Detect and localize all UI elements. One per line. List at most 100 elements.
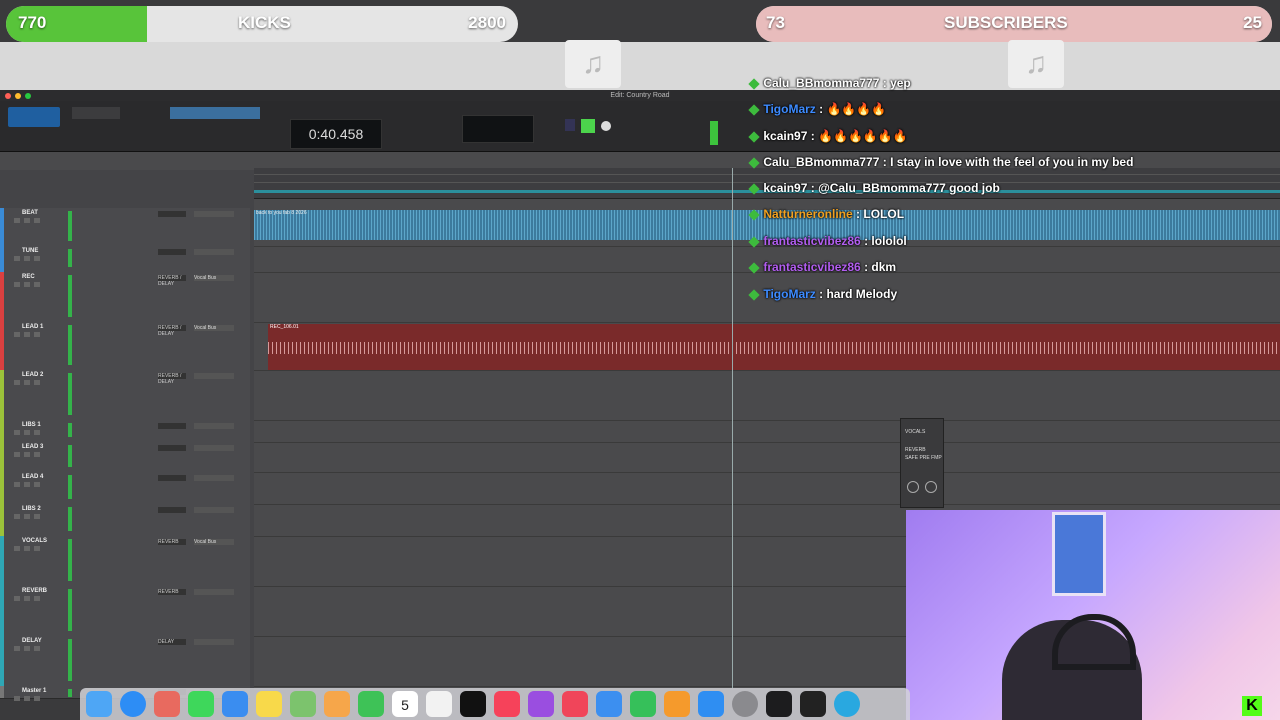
zoom-window-button[interactable] <box>25 93 31 99</box>
music-note-icon[interactable]: ♫ <box>565 40 621 88</box>
track-inserts[interactable]: REVERB / DELAY <box>158 325 186 337</box>
track-header[interactable]: VOCALS REVERB Vocal Bus <box>0 536 250 587</box>
transport-controls[interactable] <box>545 119 619 133</box>
track-io[interactable] <box>194 373 234 379</box>
track-volume-fader[interactable] <box>68 445 72 467</box>
mail-icon[interactable] <box>222 691 248 717</box>
record-enable-button[interactable] <box>14 546 20 551</box>
track-io[interactable] <box>194 475 234 481</box>
zoom-buttons[interactable] <box>72 107 120 119</box>
edit-tools[interactable] <box>170 107 260 119</box>
track-name[interactable]: REC <box>22 274 35 280</box>
track-header[interactable]: LEAD 2 REVERB / DELAY <box>0 370 250 421</box>
solo-button[interactable] <box>24 514 30 519</box>
solo-button[interactable] <box>24 646 30 651</box>
record-button[interactable] <box>601 121 611 131</box>
track-volume-fader[interactable] <box>68 689 72 697</box>
siri-icon[interactable] <box>834 691 860 717</box>
track-inserts[interactable] <box>158 507 186 513</box>
track-lane[interactable] <box>254 442 1280 473</box>
mute-button[interactable] <box>34 646 40 651</box>
track-volume-fader[interactable] <box>68 639 72 681</box>
track-volume-fader[interactable] <box>68 325 72 365</box>
track-lane[interactable] <box>254 370 1280 421</box>
pre-button[interactable]: PRE <box>919 455 929 461</box>
track-io[interactable] <box>194 423 234 429</box>
main-counter[interactable]: 0:40.458 <box>290 119 382 149</box>
mute-button[interactable] <box>34 430 40 435</box>
track-inserts[interactable] <box>158 249 186 255</box>
numbers-icon[interactable] <box>630 691 656 717</box>
record-enable-button[interactable] <box>14 452 20 457</box>
track-name[interactable]: LIBS 2 <box>22 506 41 512</box>
track-inserts[interactable]: REVERB / DELAY <box>158 275 186 287</box>
minimize-window-button[interactable] <box>15 93 21 99</box>
track-name[interactable]: TUNE <box>22 248 38 254</box>
chat-username[interactable]: frantasticvibez86 <box>763 234 860 248</box>
record-enable-button[interactable] <box>14 218 20 223</box>
track-volume-fader[interactable] <box>68 211 72 241</box>
edit-mode-selector[interactable] <box>8 107 60 127</box>
app-store-icon[interactable] <box>698 691 724 717</box>
track-io[interactable]: Vocal Bus <box>194 325 234 331</box>
launchpad-icon[interactable] <box>154 691 180 717</box>
track-inserts[interactable] <box>158 445 186 451</box>
track-volume-fader[interactable] <box>68 475 72 499</box>
track-header[interactable]: BEAT <box>0 208 250 247</box>
playhead[interactable] <box>732 168 733 688</box>
chat-username[interactable]: frantasticvibez86 <box>763 260 860 274</box>
messages-icon[interactable] <box>188 691 214 717</box>
track-lane[interactable]: REC_106.01 <box>254 322 1280 371</box>
mute-button[interactable] <box>34 256 40 261</box>
solo-button[interactable] <box>24 696 30 701</box>
system-settings-icon[interactable] <box>732 691 758 717</box>
plugin-manager-icon[interactable] <box>800 691 826 717</box>
solo-button[interactable] <box>24 546 30 551</box>
chat-username[interactable]: TigoMarz <box>763 287 815 301</box>
record-enable-button[interactable] <box>14 646 20 651</box>
track-name[interactable]: LIBS 1 <box>22 422 41 428</box>
track-inserts[interactable]: REVERB <box>158 589 186 595</box>
track-volume-fader[interactable] <box>68 589 72 631</box>
solo-button[interactable] <box>24 482 30 487</box>
record-enable-button[interactable] <box>14 696 20 701</box>
track-name[interactable]: DELAY <box>22 638 42 644</box>
notes-icon[interactable] <box>256 691 282 717</box>
mute-button[interactable] <box>34 482 40 487</box>
record-enable-button[interactable] <box>14 380 20 385</box>
track-io[interactable] <box>194 639 234 645</box>
mute-button[interactable] <box>34 546 40 551</box>
track-volume-fader[interactable] <box>68 507 72 531</box>
news-icon[interactable] <box>562 691 588 717</box>
track-header[interactable]: LEAD 3 <box>0 442 250 473</box>
track-io[interactable] <box>194 507 234 513</box>
safe-button[interactable]: SAFE <box>905 455 918 461</box>
track-io[interactable] <box>194 249 234 255</box>
track-volume-fader[interactable] <box>68 373 72 415</box>
solo-button[interactable] <box>24 256 30 261</box>
track-name[interactable]: Master 1 <box>22 688 46 694</box>
record-enable-button[interactable] <box>14 514 20 519</box>
grid-nudge-display[interactable] <box>462 115 534 143</box>
chat-username[interactable]: kcain97 <box>763 129 807 143</box>
track-io[interactable] <box>194 211 234 217</box>
track-inserts[interactable] <box>158 211 186 217</box>
track-volume-fader[interactable] <box>68 249 72 267</box>
track-inserts[interactable]: REVERB <box>158 539 186 545</box>
track-name[interactable]: BEAT <box>22 210 38 216</box>
track-inserts[interactable]: REVERB / DELAY <box>158 373 186 385</box>
solo-button[interactable] <box>24 596 30 601</box>
track-volume-fader[interactable] <box>68 275 72 317</box>
mute-button[interactable] <box>34 282 40 287</box>
calendar-icon[interactable]: 5 <box>392 691 418 717</box>
track-name[interactable]: VOCALS <box>22 538 47 544</box>
track-header[interactable]: DELAY DELAY <box>0 636 250 687</box>
record-enable-button[interactable] <box>14 430 20 435</box>
track-lane[interactable] <box>254 472 1280 505</box>
music-note-icon[interactable]: ♫ <box>1008 40 1064 88</box>
track-name[interactable]: LEAD 3 <box>22 444 43 450</box>
track-inserts[interactable] <box>158 475 186 481</box>
mute-button[interactable] <box>34 696 40 701</box>
volume-knob[interactable] <box>925 481 937 493</box>
track-header[interactable]: LEAD 1 REVERB / DELAY Vocal Bus <box>0 322 250 371</box>
